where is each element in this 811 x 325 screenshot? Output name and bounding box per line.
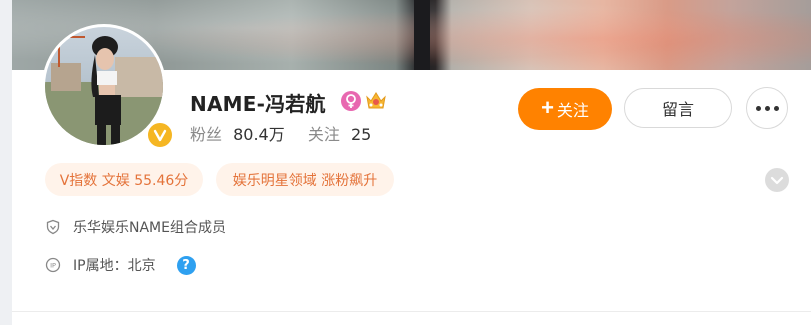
profile-stats: 粉丝 80.4万 关注 25 xyxy=(190,121,371,145)
verified-badge-icon xyxy=(146,121,174,149)
plus-icon: + xyxy=(541,95,554,120)
female-icon xyxy=(341,91,361,111)
more-button[interactable] xyxy=(746,87,788,129)
v-index-tag[interactable]: V指数 文娱 55.46分 xyxy=(45,163,203,196)
followers-label[interactable]: 粉丝 xyxy=(190,125,222,144)
profile-card: NAME-冯若航 粉丝 80.4万 关注 25 + 关注 留言 V指数 文娱 5… xyxy=(12,0,811,325)
profile-name: NAME-冯若航 xyxy=(190,92,326,116)
follow-button-label: 关注 xyxy=(556,103,589,120)
v-index-tag-label: V指数 文娱 55.46分 xyxy=(59,172,189,189)
ip-location-icon: IP xyxy=(45,257,61,273)
vip-crown-icon[interactable] xyxy=(365,89,387,111)
followers-count[interactable]: 80.4万 xyxy=(233,125,285,144)
trending-tag[interactable]: 娱乐明星领域 涨粉飙升 xyxy=(216,163,394,196)
help-icon[interactable]: ? xyxy=(176,255,196,275)
divider xyxy=(12,311,811,312)
following-count[interactable]: 25 xyxy=(351,125,371,144)
message-button[interactable]: 留言 xyxy=(624,88,732,128)
chevron-down-icon[interactable] xyxy=(765,168,789,192)
following-label[interactable]: 关注 xyxy=(308,125,340,144)
more-dots-icon xyxy=(755,105,761,111)
bio-text: 乐华娱乐NAME组合成员 xyxy=(73,220,226,236)
svg-text:IP: IP xyxy=(50,262,56,270)
shield-icon xyxy=(45,219,61,235)
trending-tag-label: 娱乐明星领域 涨粉飙升 xyxy=(232,172,378,189)
ip-location-row: IP IP属地：北京 ? xyxy=(45,255,196,275)
ip-location-text: IP属地：北京 xyxy=(73,258,156,274)
bio-row: 乐华娱乐NAME组合成员 xyxy=(45,217,226,237)
message-button-label: 留言 xyxy=(661,102,694,119)
follow-button[interactable]: + 关注 xyxy=(518,88,612,130)
avatar-photo xyxy=(45,27,163,145)
